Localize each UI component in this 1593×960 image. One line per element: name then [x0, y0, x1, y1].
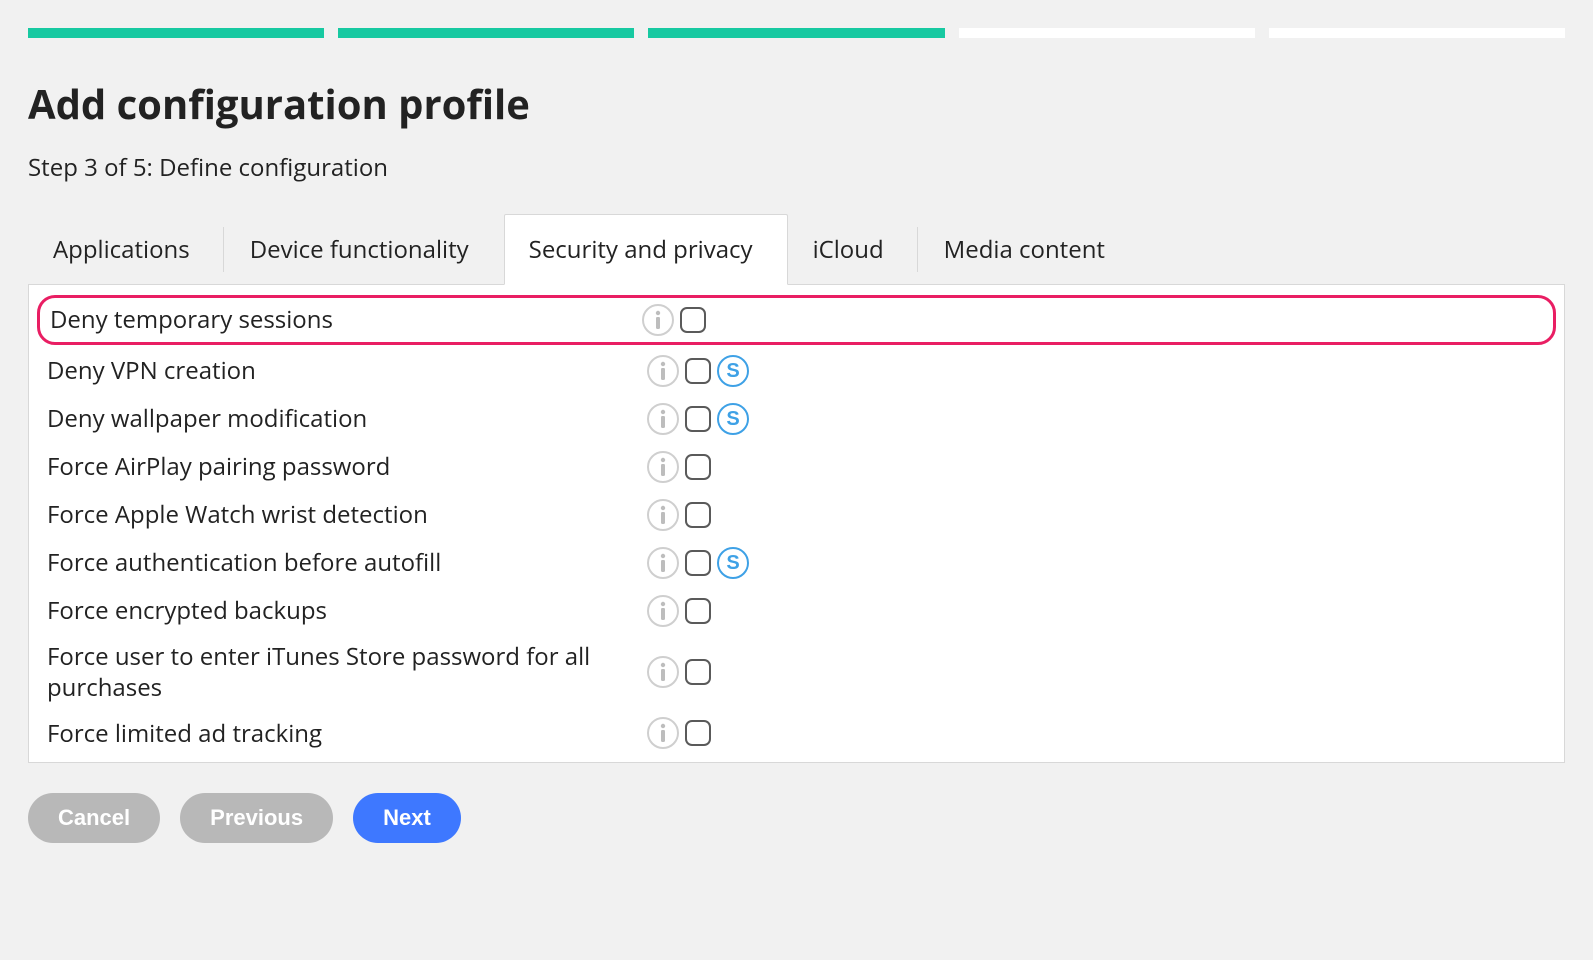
setting-row: Force encrypted backups: [29, 587, 1564, 635]
setting-row: Deny VPN creation S: [29, 347, 1564, 395]
setting-controls: [647, 451, 711, 483]
info-icon[interactable]: [647, 451, 679, 483]
setting-row: Force limited ad tracking: [29, 709, 1564, 757]
setting-controls: [647, 656, 711, 688]
setting-checkbox[interactable]: [685, 454, 711, 480]
setting-checkbox[interactable]: [680, 307, 706, 333]
page-title: Add configuration profile: [0, 38, 1593, 139]
supervised-badge-icon: S: [717, 547, 749, 579]
setting-label: Force user to enter iTunes Store passwor…: [47, 641, 647, 703]
setting-label: Deny wallpaper modification: [47, 403, 647, 434]
setting-controls: S: [647, 355, 749, 387]
setting-label: Force encrypted backups: [47, 595, 647, 626]
next-button[interactable]: Next: [353, 793, 461, 843]
info-icon[interactable]: [647, 403, 679, 435]
progress-segment: [1269, 28, 1565, 38]
progress-segment: [959, 28, 1255, 38]
previous-button[interactable]: Previous: [180, 793, 333, 843]
setting-label: Deny temporary sessions: [50, 304, 642, 335]
tab-label: Applications: [53, 233, 190, 266]
tab-label: iCloud: [813, 233, 884, 266]
setting-checkbox[interactable]: [685, 720, 711, 746]
tabs: Applications Device functionality Security…: [28, 214, 1565, 285]
info-icon[interactable]: [647, 355, 679, 387]
tab-label: Media content: [944, 233, 1105, 266]
setting-label: Deny VPN creation: [47, 355, 647, 386]
setting-row: Force authentication before autofill S: [29, 539, 1564, 587]
setting-row: Force AirPlay pairing password: [29, 443, 1564, 491]
setting-controls: [647, 717, 711, 749]
progress-segment: [648, 28, 944, 38]
info-icon[interactable]: [642, 304, 674, 336]
setting-controls: S: [647, 547, 749, 579]
info-icon[interactable]: [647, 547, 679, 579]
tab-label: Device functionality: [250, 233, 469, 266]
wizard-footer: Cancel Previous Next: [0, 763, 1593, 879]
info-icon[interactable]: [647, 499, 679, 531]
setting-checkbox[interactable]: [685, 550, 711, 576]
settings-panel: Deny temporary sessions Deny VPN creation…: [28, 285, 1565, 763]
setting-row: Deny temporary sessions: [37, 295, 1556, 345]
supervised-badge-icon: S: [717, 355, 749, 387]
setting-controls: [642, 304, 706, 336]
cancel-button[interactable]: Cancel: [28, 793, 160, 843]
setting-checkbox[interactable]: [685, 598, 711, 624]
tab-applications[interactable]: Applications: [28, 214, 225, 284]
progress-segment: [338, 28, 634, 38]
progress-bar: [0, 0, 1593, 38]
tab-media-content[interactable]: Media content: [919, 214, 1140, 284]
progress-segment: [28, 28, 324, 38]
setting-controls: [647, 499, 711, 531]
tab-icloud[interactable]: iCloud: [788, 214, 919, 284]
setting-label: Force AirPlay pairing password: [47, 451, 647, 482]
setting-row: Force user to enter iTunes Store passwor…: [29, 635, 1564, 709]
setting-row: Deny wallpaper modification S: [29, 395, 1564, 443]
setting-label: Force limited ad tracking: [47, 718, 647, 749]
setting-row: Force Apple Watch wrist detection: [29, 491, 1564, 539]
setting-checkbox[interactable]: [685, 659, 711, 685]
setting-checkbox[interactable]: [685, 502, 711, 528]
tab-security-and-privacy[interactable]: Security and privacy: [504, 214, 788, 285]
setting-label: Force authentication before autofill: [47, 547, 647, 578]
info-icon[interactable]: [647, 656, 679, 688]
setting-controls: S: [647, 403, 749, 435]
setting-controls: [647, 595, 711, 627]
info-icon[interactable]: [647, 717, 679, 749]
setting-checkbox[interactable]: [685, 358, 711, 384]
supervised-badge-icon: S: [717, 403, 749, 435]
tab-label: Security and privacy: [529, 233, 753, 266]
setting-label: Force Apple Watch wrist detection: [47, 499, 647, 530]
setting-checkbox[interactable]: [685, 406, 711, 432]
tab-device-functionality[interactable]: Device functionality: [225, 214, 504, 284]
step-label: Step 3 of 5: Define configuration: [0, 139, 1593, 214]
info-icon[interactable]: [647, 595, 679, 627]
